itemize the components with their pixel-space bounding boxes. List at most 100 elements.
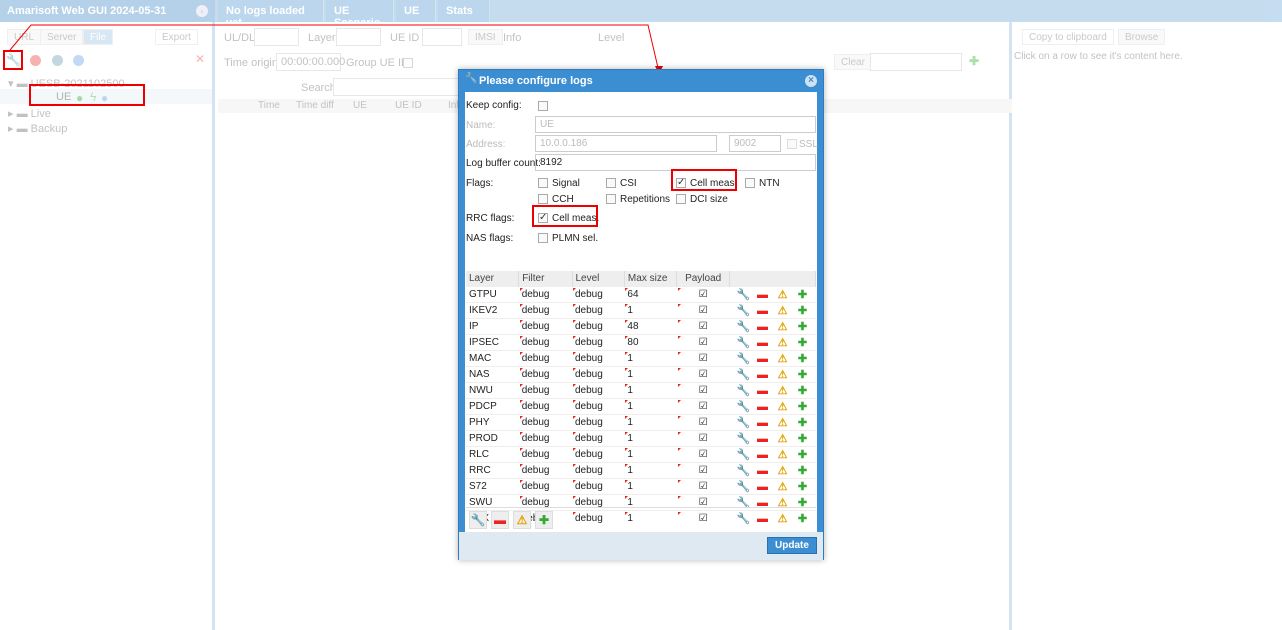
- remove-icon[interactable]: ▬: [757, 385, 769, 397]
- table-row[interactable]: NAS debug debug 1 ☑ 🔧 ▬ ⚠ ✚: [466, 365, 816, 382]
- warning-icon[interactable]: ⚠: [777, 400, 789, 413]
- payload-cell[interactable]: ☑: [676, 429, 730, 446]
- remove-icon[interactable]: ▬: [757, 433, 769, 445]
- level-cell[interactable]: debug: [572, 381, 625, 398]
- wrench-icon[interactable]: 🔧: [737, 384, 751, 397]
- flag-checkbox[interactable]: [538, 194, 548, 204]
- wrench-icon[interactable]: 🔧: [737, 304, 751, 317]
- level-cell[interactable]: debug: [572, 477, 625, 494]
- filter-cell[interactable]: debug: [518, 349, 572, 366]
- max-size-cell[interactable]: 1: [624, 381, 677, 398]
- payload-cell[interactable]: ☑: [676, 285, 730, 302]
- max-size-cell[interactable]: 1: [624, 429, 677, 446]
- remove-icon[interactable]: ▬: [757, 401, 769, 413]
- warning-icon[interactable]: ⚠: [777, 448, 789, 461]
- filter-cell[interactable]: debug: [518, 365, 572, 382]
- max-size-cell[interactable]: 1: [624, 445, 677, 462]
- level-cell[interactable]: debug: [572, 397, 625, 414]
- wrench-icon[interactable]: 🔧: [737, 416, 751, 429]
- keep-config-checkbox[interactable]: [538, 101, 548, 111]
- payload-cell[interactable]: ☑: [676, 477, 730, 494]
- payload-cell[interactable]: ☑: [676, 333, 730, 350]
- max-size-cell[interactable]: 1: [624, 477, 677, 494]
- warning-icon[interactable]: ⚠: [513, 511, 531, 529]
- warning-icon[interactable]: ⚠: [777, 336, 789, 349]
- level-cell[interactable]: debug: [572, 317, 625, 334]
- wrench-icon[interactable]: 🔧: [737, 464, 751, 477]
- wrench-icon[interactable]: 🔧: [737, 320, 751, 333]
- max-size-cell[interactable]: 48: [624, 317, 677, 334]
- flag-checkbox[interactable]: [676, 194, 686, 204]
- max-size-cell[interactable]: 1: [624, 365, 677, 382]
- payload-cell[interactable]: ☑: [676, 365, 730, 382]
- filter-cell[interactable]: debug: [518, 445, 572, 462]
- remove-icon[interactable]: ▬: [757, 289, 769, 301]
- wrench-icon[interactable]: 🔧: [737, 480, 751, 493]
- level-cell[interactable]: debug: [572, 349, 625, 366]
- level-cell[interactable]: debug: [572, 429, 625, 446]
- filter-cell[interactable]: debug: [518, 429, 572, 446]
- table-row[interactable]: RRC debug debug 1 ☑ 🔧 ▬ ⚠ ✚: [466, 461, 816, 478]
- level-cell[interactable]: debug: [572, 413, 625, 430]
- remove-icon[interactable]: ▬: [491, 511, 509, 529]
- filter-cell[interactable]: debug: [518, 285, 572, 302]
- flag-checkbox[interactable]: [606, 178, 616, 188]
- add-icon[interactable]: ✚: [797, 320, 809, 333]
- add-icon[interactable]: ✚: [797, 480, 809, 493]
- wrench-icon[interactable]: 🔧: [737, 352, 751, 365]
- table-row[interactable]: NWU debug debug 1 ☑ 🔧 ▬ ⚠ ✚: [466, 381, 816, 398]
- level-cell[interactable]: debug: [572, 301, 625, 318]
- max-size-cell[interactable]: 80: [624, 333, 677, 350]
- max-size-cell[interactable]: 1: [624, 413, 677, 430]
- max-size-cell[interactable]: 64: [624, 285, 677, 302]
- filter-cell[interactable]: debug: [518, 317, 572, 334]
- level-cell[interactable]: debug: [572, 461, 625, 478]
- add-icon[interactable]: ✚: [797, 384, 809, 397]
- remove-icon[interactable]: ▬: [757, 353, 769, 365]
- add-icon[interactable]: ✚: [797, 416, 809, 429]
- filter-cell[interactable]: debug: [518, 333, 572, 350]
- table-row[interactable]: PROD debug debug 1 ☑ 🔧 ▬ ⚠ ✚: [466, 429, 816, 446]
- flag-checkbox[interactable]: [745, 178, 755, 188]
- table-row[interactable]: IPSEC debug debug 80 ☑ 🔧 ▬ ⚠ ✚: [466, 333, 816, 350]
- payload-cell[interactable]: ☑: [676, 445, 730, 462]
- filter-cell[interactable]: debug: [518, 477, 572, 494]
- flag-checkbox[interactable]: [606, 194, 616, 204]
- payload-cell[interactable]: ☑: [676, 461, 730, 478]
- table-row[interactable]: IKEV2 debug debug 1 ☑ 🔧 ▬ ⚠ ✚: [466, 301, 816, 318]
- filter-cell[interactable]: debug: [518, 381, 572, 398]
- warning-icon[interactable]: ⚠: [777, 320, 789, 333]
- wrench-icon[interactable]: 🔧: [469, 511, 487, 529]
- warning-icon[interactable]: ⚠: [777, 304, 789, 317]
- max-size-cell[interactable]: 1: [624, 461, 677, 478]
- table-row[interactable]: PDCP debug debug 1 ☑ 🔧 ▬ ⚠ ✚: [466, 397, 816, 414]
- remove-icon[interactable]: ▬: [757, 337, 769, 349]
- warning-icon[interactable]: ⚠: [777, 480, 789, 493]
- add-icon[interactable]: ✚: [797, 432, 809, 445]
- add-icon[interactable]: ✚: [797, 304, 809, 317]
- name-input[interactable]: UE: [535, 116, 816, 133]
- remove-icon[interactable]: ▬: [757, 465, 769, 477]
- remove-icon[interactable]: ▬: [757, 369, 769, 381]
- nas-plmn-checkbox[interactable]: [538, 233, 548, 243]
- max-size-cell[interactable]: 1: [624, 349, 677, 366]
- add-icon[interactable]: ✚: [797, 400, 809, 413]
- remove-icon[interactable]: ▬: [757, 305, 769, 317]
- add-icon[interactable]: ✚: [797, 288, 809, 301]
- add-icon[interactable]: ✚: [797, 336, 809, 349]
- add-icon[interactable]: ✚: [797, 352, 809, 365]
- wrench-icon[interactable]: 🔧: [737, 336, 751, 349]
- warning-icon[interactable]: ⚠: [777, 432, 789, 445]
- level-cell[interactable]: debug: [572, 445, 625, 462]
- port-input[interactable]: 9002: [729, 135, 781, 152]
- remove-icon[interactable]: ▬: [757, 417, 769, 429]
- warning-icon[interactable]: ⚠: [777, 352, 789, 365]
- add-icon[interactable]: ✚: [797, 464, 809, 477]
- warning-icon[interactable]: ⚠: [777, 288, 789, 301]
- table-row[interactable]: RLC debug debug 1 ☑ 🔧 ▬ ⚠ ✚: [466, 445, 816, 462]
- filter-cell[interactable]: debug: [518, 413, 572, 430]
- warning-icon[interactable]: ⚠: [777, 384, 789, 397]
- ssl-checkbox[interactable]: [787, 139, 797, 149]
- level-cell[interactable]: debug: [572, 285, 625, 302]
- close-icon[interactable]: ×: [805, 75, 817, 87]
